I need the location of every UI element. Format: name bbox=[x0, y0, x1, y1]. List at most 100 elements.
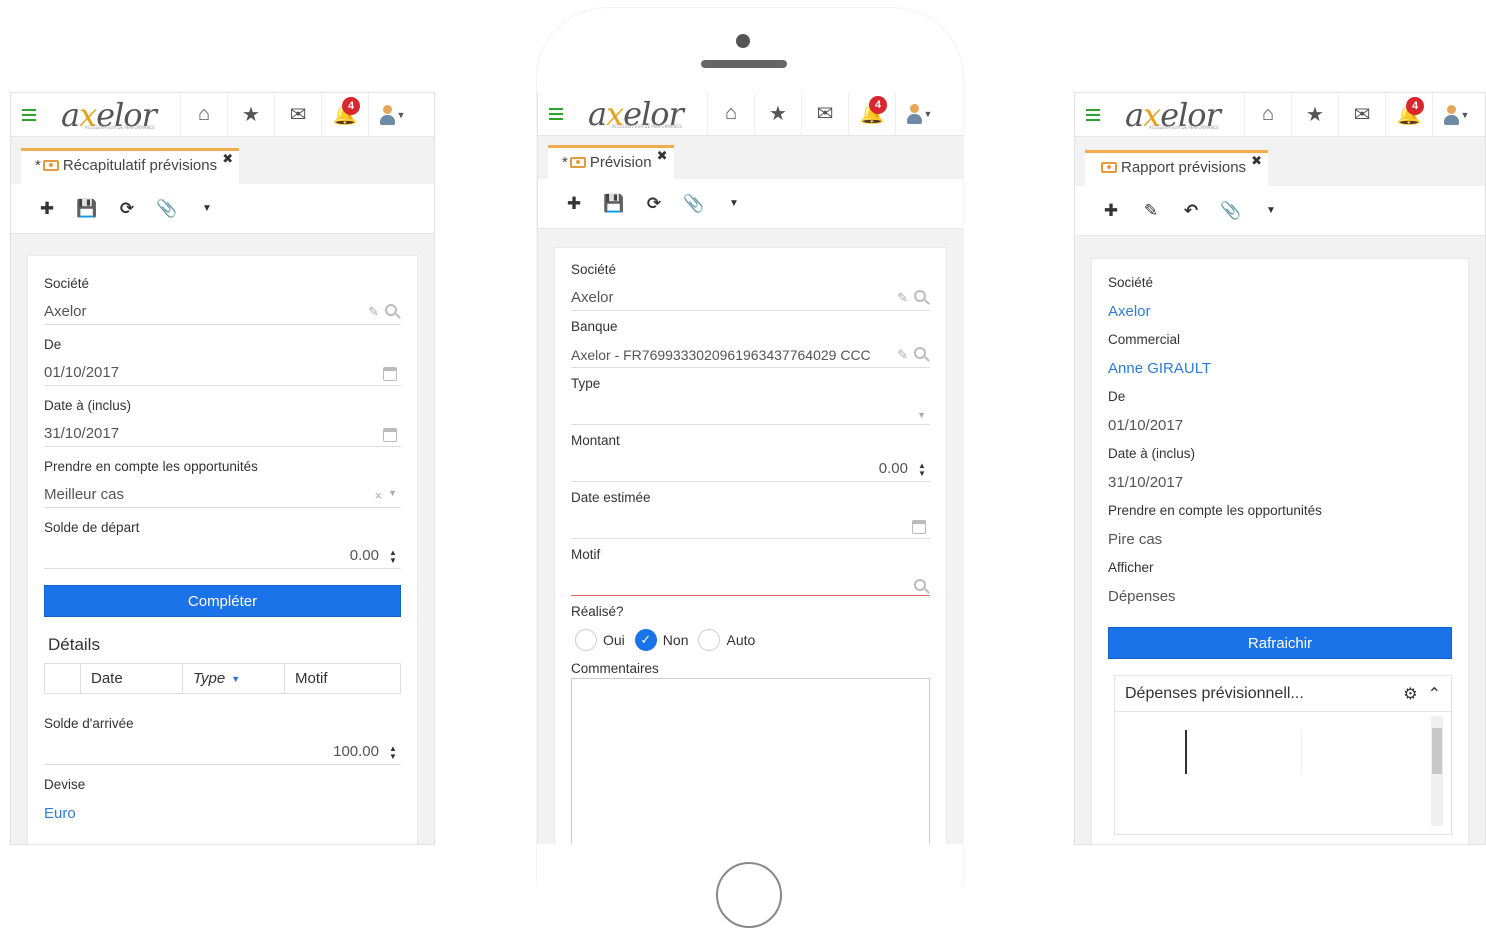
phone-home-button[interactable] bbox=[716, 862, 782, 928]
user-icon bbox=[906, 103, 922, 124]
money-icon bbox=[42, 160, 59, 171]
solde-depart-input[interactable]: 0.00 bbox=[44, 543, 401, 569]
star-icon[interactable]: ★ bbox=[755, 92, 802, 136]
save-icon[interactable]: 💾 bbox=[594, 194, 634, 214]
back-icon[interactable]: ↶ bbox=[1171, 201, 1211, 221]
tab-prevision[interactable]: * Prévision ✖ bbox=[548, 145, 674, 181]
home-icon[interactable]: ⌂ bbox=[1245, 93, 1292, 137]
societe-input[interactable]: Axelor bbox=[571, 285, 930, 311]
commentaires-textarea[interactable] bbox=[571, 678, 930, 844]
add-icon[interactable]: ✚ bbox=[554, 194, 594, 214]
banque-input[interactable]: Axelor - FR7699333020961963437764029 CCC bbox=[571, 342, 930, 368]
search-icon[interactable] bbox=[914, 290, 926, 302]
search-icon[interactable] bbox=[914, 347, 926, 359]
menu-icon[interactable] bbox=[538, 92, 574, 136]
chart-header: Dépenses prévisionnell... ⚙ ⌃ bbox=[1115, 676, 1451, 712]
star-icon[interactable]: ★ bbox=[1292, 93, 1339, 137]
axelor-logo[interactable]: a x elor ACCELERATEUR DE PERFORMANCE bbox=[1111, 93, 1245, 137]
save-icon[interactable]: 💾 bbox=[67, 199, 107, 219]
select-column[interactable] bbox=[45, 664, 81, 693]
rafraichir-button[interactable]: Rafraichir bbox=[1108, 627, 1452, 659]
gear-icon[interactable]: ⚙ bbox=[1403, 684, 1417, 704]
search-icon[interactable] bbox=[914, 579, 926, 591]
user-menu[interactable]: ▼ bbox=[369, 93, 416, 137]
radio-auto[interactable] bbox=[698, 629, 721, 651]
radio-oui[interactable] bbox=[575, 629, 597, 651]
edit-icon[interactable]: ✎ bbox=[1131, 201, 1171, 221]
star-icon[interactable]: ★ bbox=[228, 93, 275, 137]
spinner-icon[interactable]: ▲ ▼ bbox=[918, 462, 926, 478]
bell-icon[interactable]: 🔔 4 bbox=[322, 93, 369, 137]
solde-arrivee-input[interactable]: 100.00 bbox=[44, 739, 401, 765]
refresh-icon[interactable]: ⟳ bbox=[634, 194, 674, 214]
field-societe: Société Axelor ✎ bbox=[44, 276, 401, 325]
chevron-down-icon[interactable]: ▼ bbox=[917, 410, 926, 420]
edit-icon[interactable]: ✎ bbox=[897, 347, 908, 363]
mail-icon[interactable]: ✉ bbox=[802, 92, 849, 136]
edit-icon[interactable]: ✎ bbox=[368, 304, 379, 320]
toolbar: ✚ 💾 ⟳ 📎 ▼ bbox=[11, 184, 434, 234]
calendar-icon[interactable] bbox=[383, 367, 397, 381]
attachment-icon[interactable]: 📎 bbox=[1211, 201, 1251, 221]
bell-icon[interactable]: 🔔 4 bbox=[849, 92, 896, 136]
tab-label: Récapitulatif prévisions bbox=[62, 157, 218, 174]
close-icon[interactable]: ✖ bbox=[657, 148, 668, 164]
devise-link[interactable]: Euro bbox=[44, 800, 401, 826]
add-icon[interactable]: ✚ bbox=[27, 199, 67, 219]
home-icon[interactable]: ⌂ bbox=[708, 92, 755, 136]
menu-icon[interactable] bbox=[11, 93, 47, 137]
tab-recapitulatif[interactable]: * Récapitulatif prévisions ✖ bbox=[21, 148, 240, 184]
completer-button[interactable]: Compléter bbox=[44, 585, 401, 617]
axelor-logo[interactable]: a x elor ACCELERATEUR DE PERFORMANCE bbox=[574, 92, 708, 136]
field-afficher: Afficher Dépenses bbox=[1108, 560, 1452, 609]
scrollbar-thumb[interactable] bbox=[1432, 728, 1442, 774]
mail-icon[interactable]: ✉ bbox=[275, 93, 322, 137]
scrollbar[interactable] bbox=[1431, 716, 1443, 826]
date-a-input[interactable]: 31/10/2017 bbox=[44, 421, 401, 447]
bell-icon[interactable]: 🔔 4 bbox=[1386, 93, 1433, 137]
mail-icon[interactable]: ✉ bbox=[1339, 93, 1386, 137]
add-icon[interactable]: ✚ bbox=[1091, 201, 1131, 221]
chart-area bbox=[1115, 712, 1451, 832]
societe-link[interactable]: Axelor bbox=[1108, 298, 1452, 324]
more-dropdown-icon[interactable]: ▼ bbox=[187, 203, 227, 214]
right-screen: a x elor ACCELERATEUR DE PERFORMANCE ⌂ ★ ✉ … bbox=[1074, 92, 1486, 845]
axelor-logo[interactable]: a x elor ACCELERATEUR DE PERFORMANCE bbox=[47, 93, 181, 137]
commercial-link[interactable]: Anne GIRAULT bbox=[1108, 355, 1452, 381]
more-dropdown-icon[interactable]: ▼ bbox=[714, 198, 754, 209]
refresh-icon[interactable]: ⟳ bbox=[107, 199, 147, 219]
tab-rapport[interactable]: Rapport prévisions ✖ bbox=[1085, 150, 1269, 186]
menu-icon[interactable] bbox=[1075, 93, 1111, 137]
home-icon[interactable]: ⌂ bbox=[181, 93, 228, 137]
column-motif[interactable]: Motif bbox=[285, 664, 400, 693]
close-icon[interactable]: ✖ bbox=[222, 151, 233, 167]
type-select[interactable] bbox=[571, 399, 930, 425]
motif-input[interactable] bbox=[571, 570, 930, 596]
clear-icon[interactable]: × bbox=[374, 488, 382, 503]
close-icon[interactable]: ✖ bbox=[1251, 153, 1262, 169]
edit-icon[interactable]: ✎ bbox=[897, 290, 908, 306]
montant-input[interactable]: 0.00 bbox=[571, 456, 930, 482]
spinner-icon[interactable]: ▲ ▼ bbox=[389, 745, 397, 761]
societe-input[interactable]: Axelor bbox=[44, 299, 401, 325]
de-date-input[interactable]: 01/10/2017 bbox=[44, 360, 401, 386]
attachment-icon[interactable]: 📎 bbox=[147, 199, 187, 219]
date-estimee-input[interactable] bbox=[571, 513, 930, 539]
search-icon[interactable] bbox=[385, 304, 397, 316]
radio-non[interactable]: ✓ bbox=[634, 629, 657, 651]
opportunites-select[interactable]: Meilleur cas bbox=[44, 482, 401, 508]
form-panel: Société Axelor Commercial Anne GIRAULT D… bbox=[1091, 258, 1469, 844]
column-type[interactable]: Type ▼ bbox=[183, 664, 285, 693]
more-dropdown-icon[interactable]: ▼ bbox=[1251, 205, 1291, 216]
chevron-down-icon[interactable]: ▼ bbox=[388, 488, 397, 503]
user-menu[interactable]: ▼ bbox=[1433, 93, 1480, 137]
chevron-up-icon[interactable]: ⌃ bbox=[1428, 684, 1441, 704]
attachment-icon[interactable]: 📎 bbox=[674, 194, 714, 214]
details-title: Détails bbox=[48, 635, 100, 654]
user-menu[interactable]: ▼ bbox=[896, 92, 943, 136]
spinner-icon[interactable]: ▲ ▼ bbox=[389, 549, 397, 565]
calendar-icon[interactable] bbox=[383, 428, 397, 442]
column-date[interactable]: Date bbox=[81, 664, 183, 693]
toolbar: ✚ 💾 ⟳ 📎 ▼ bbox=[538, 179, 963, 229]
calendar-icon[interactable] bbox=[912, 520, 926, 534]
